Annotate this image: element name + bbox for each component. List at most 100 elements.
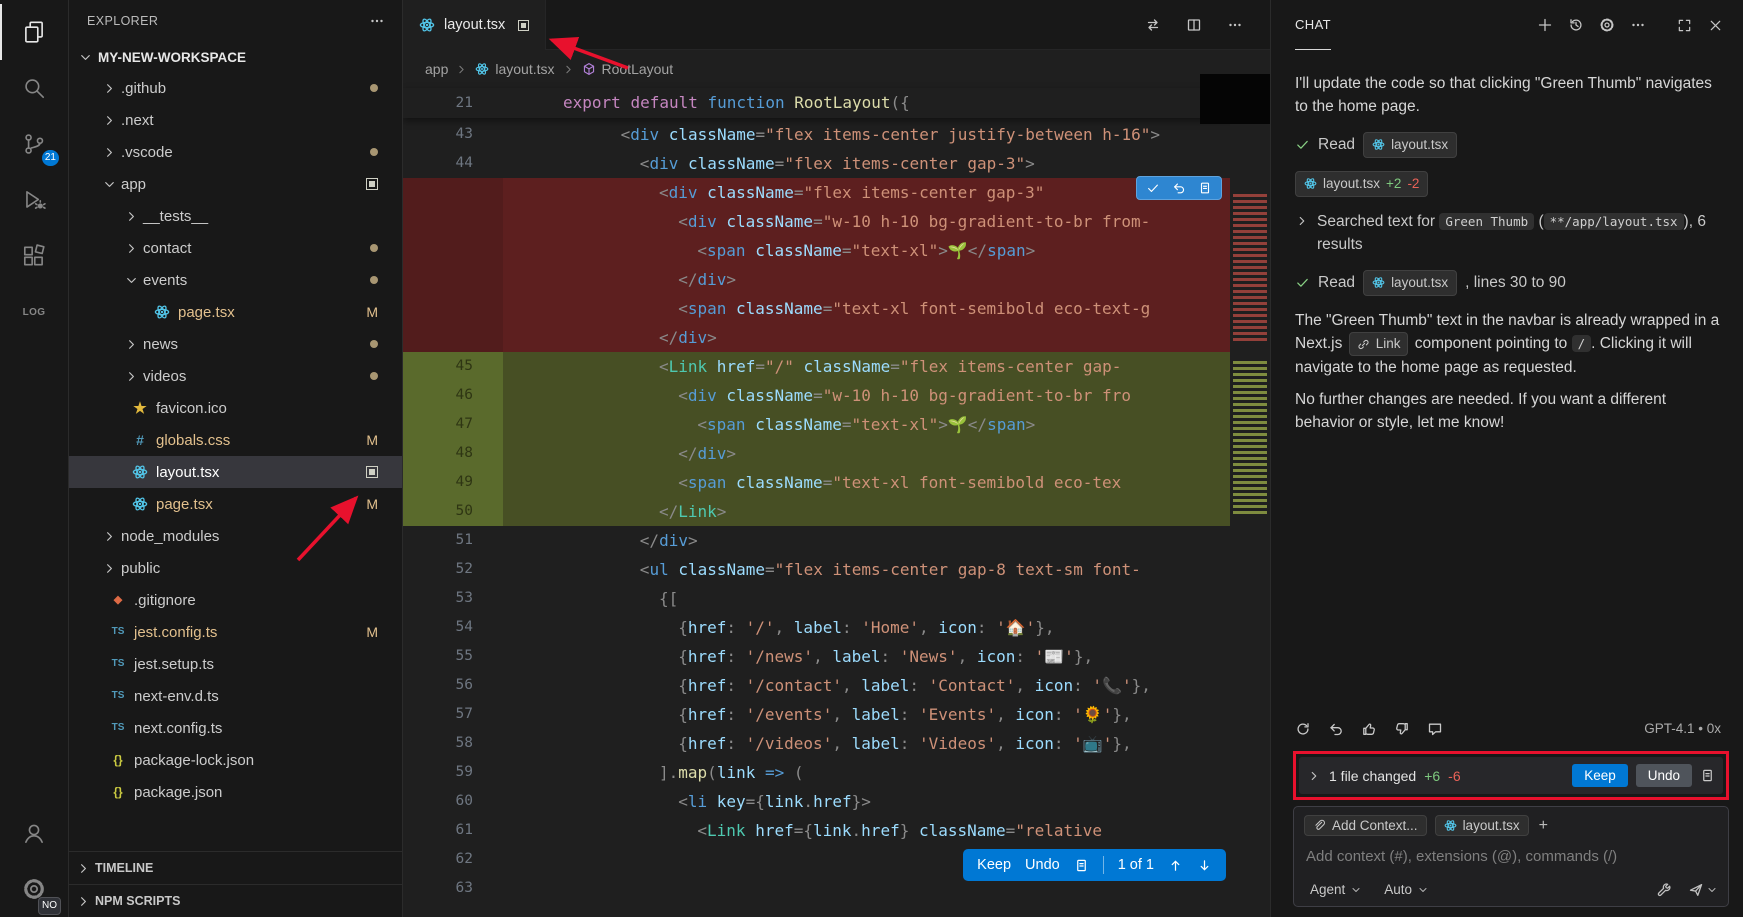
breadcrumb-app[interactable]: app [425, 61, 448, 77]
discard-change-icon[interactable] [1172, 181, 1186, 195]
activity-settings[interactable]: NO [0, 861, 68, 917]
keep-button[interactable]: Keep [1572, 764, 1628, 787]
line-number[interactable]: 52 [403, 555, 503, 584]
code-line-53[interactable]: 53{[ [403, 584, 1270, 613]
code-line-45[interactable]: 45<Link href="/" className="flex items-c… [403, 352, 1270, 381]
tree-item-next-env-d-ts[interactable]: TSnext-env.d.ts [69, 680, 402, 712]
line-number[interactable] [403, 236, 503, 265]
tree-item--vscode[interactable]: .vscode [69, 136, 402, 168]
line-number[interactable]: 46 [403, 381, 503, 410]
file-chip[interactable]: layout.tsx [1363, 270, 1457, 296]
activity-run-debug[interactable] [0, 172, 68, 228]
tree-item-videos[interactable]: videos [69, 360, 402, 392]
tree-item-events[interactable]: events [69, 264, 402, 296]
previous-change-icon[interactable] [1168, 858, 1183, 873]
workspace-root[interactable]: MY-NEW-WORKSPACE [69, 42, 402, 72]
line-number[interactable]: 59 [403, 758, 503, 787]
code-line-50[interactable]: 50</Link> [403, 497, 1270, 526]
code-line-49[interactable]: 49<span className="text-xl font-semibold… [403, 468, 1270, 497]
code-line-47[interactable]: 47<span className="text-xl">🌱</span> [403, 410, 1270, 439]
tree-item-layout-tsx[interactable]: layout.tsx [69, 456, 402, 488]
code-editor[interactable]: 43<div className="flex items-center just… [403, 118, 1270, 917]
line-number[interactable]: 47 [403, 410, 503, 439]
pending-edit-indicator[interactable] [518, 20, 529, 31]
activity-source-control[interactable]: 21 [0, 116, 68, 172]
new-chat-icon[interactable] [1531, 12, 1558, 39]
configure-tools-icon[interactable] [1656, 882, 1672, 898]
line-number[interactable] [403, 323, 503, 352]
line-number[interactable]: 60 [403, 787, 503, 816]
line-number[interactable]: 50 [403, 497, 503, 526]
code-line-51[interactable]: 51</div> [403, 526, 1270, 555]
accept-change-icon[interactable] [1146, 181, 1160, 195]
code-line-59[interactable]: 59].map(link => ( [403, 758, 1270, 787]
code-line-61[interactable]: 61<Link href={link.href} className="rela… [403, 816, 1270, 845]
tree-item-page-tsx[interactable]: page.tsxM [69, 296, 402, 328]
code-line-deleted[interactable]: </div> [403, 323, 1270, 352]
chat-more-icon[interactable] [1624, 12, 1651, 39]
tree-item-public[interactable]: public [69, 552, 402, 584]
next-change-icon[interactable] [1197, 858, 1212, 873]
link-chip[interactable]: Link [1349, 332, 1409, 356]
line-number[interactable]: 56 [403, 671, 503, 700]
discard-icon[interactable] [1328, 721, 1344, 737]
code-line-deleted[interactable]: <span className="text-xl">🌱</span> [403, 236, 1270, 265]
code-line-57[interactable]: 57{href: '/events', label: 'Events', ico… [403, 700, 1270, 729]
code-line-60[interactable]: 60<li key={link.href}> [403, 787, 1270, 816]
code-line-44[interactable]: 44<div className="flex items-center gap-… [403, 149, 1270, 178]
editor-more-icon[interactable] [1221, 11, 1248, 38]
chat-input-placeholder[interactable]: Add context (#), extensions (@), command… [1306, 848, 1716, 865]
tree-item--next[interactable]: .next [69, 104, 402, 136]
line-number[interactable]: 58 [403, 729, 503, 758]
code-line-58[interactable]: 58{href: '/videos', label: 'Videos', ico… [403, 729, 1270, 758]
code-line-54[interactable]: 54{href: '/', label: 'Home', icon: '🏠'}, [403, 613, 1270, 642]
model-dropdown[interactable]: Auto [1378, 879, 1435, 900]
sticky-line[interactable]: 21export default function RootLayout({ [403, 88, 1270, 118]
sync-icon[interactable] [1295, 721, 1311, 737]
line-number[interactable] [403, 178, 503, 207]
tree-item--gitignore[interactable]: ◆.gitignore [69, 584, 402, 616]
line-number[interactable]: 57 [403, 700, 503, 729]
tree-item-package-json[interactable]: {}package.json [69, 776, 402, 808]
file-diff-chip[interactable]: layout.tsx+2-2 [1295, 171, 1428, 197]
add-attachment-button[interactable]: + [1537, 817, 1550, 835]
thumbs-down-icon[interactable] [1394, 721, 1410, 737]
line-number[interactable]: 51 [403, 526, 503, 555]
tree-item-node-modules[interactable]: node_modules [69, 520, 402, 552]
minimap[interactable] [1230, 50, 1270, 917]
maximize-panel-icon[interactable] [1671, 12, 1698, 39]
send-button[interactable] [1688, 882, 1704, 898]
chat-settings-icon[interactable] [1593, 12, 1620, 39]
code-line-deleted[interactable]: <span className="text-xl font-semibold e… [403, 294, 1270, 323]
split-editor-icon[interactable] [1180, 11, 1207, 38]
open-diff-icon[interactable] [1074, 858, 1089, 873]
section-timeline[interactable]: TIMELINE [69, 851, 402, 884]
code-line-48[interactable]: 48</div> [403, 439, 1270, 468]
file-chip[interactable]: layout.tsx [1363, 132, 1457, 158]
line-number[interactable] [403, 265, 503, 294]
chat-tab[interactable]: CHAT [1295, 0, 1331, 50]
code-line-55[interactable]: 55{href: '/news', label: 'News', icon: '… [403, 642, 1270, 671]
send-options-icon[interactable] [1706, 884, 1718, 896]
activity-accounts[interactable] [0, 805, 68, 861]
line-number[interactable]: 48 [403, 439, 503, 468]
line-number[interactable]: 62 [403, 845, 503, 874]
code-line-46[interactable]: 46<div className="w-10 h-10 bg-gradient-… [403, 381, 1270, 410]
keep-change-button[interactable]: Keep [977, 857, 1011, 873]
line-number[interactable]: 53 [403, 584, 503, 613]
line-number[interactable]: 45 [403, 352, 503, 381]
tree-item-app[interactable]: app [69, 168, 402, 200]
tree-item-favicon-ico[interactable]: ★favicon.ico [69, 392, 402, 424]
tree-item--tests-[interactable]: __tests__ [69, 200, 402, 232]
breadcrumb-rootlayout[interactable]: RootLayout [582, 61, 674, 77]
line-number[interactable]: 55 [403, 642, 503, 671]
code-line-deleted[interactable]: </div> [403, 265, 1270, 294]
tree-item-next-config-ts[interactable]: TSnext.config.ts [69, 712, 402, 744]
code-line-43[interactable]: 43<div className="flex items-center just… [403, 120, 1270, 149]
add-context-chip[interactable]: Add Context... [1304, 815, 1427, 836]
line-number[interactable]: 43 [403, 120, 503, 149]
tree-item-page-tsx[interactable]: page.tsxM [69, 488, 402, 520]
expand-changes-icon[interactable] [1307, 769, 1321, 783]
line-number[interactable]: 54 [403, 613, 503, 642]
open-file-icon[interactable] [1198, 181, 1212, 195]
